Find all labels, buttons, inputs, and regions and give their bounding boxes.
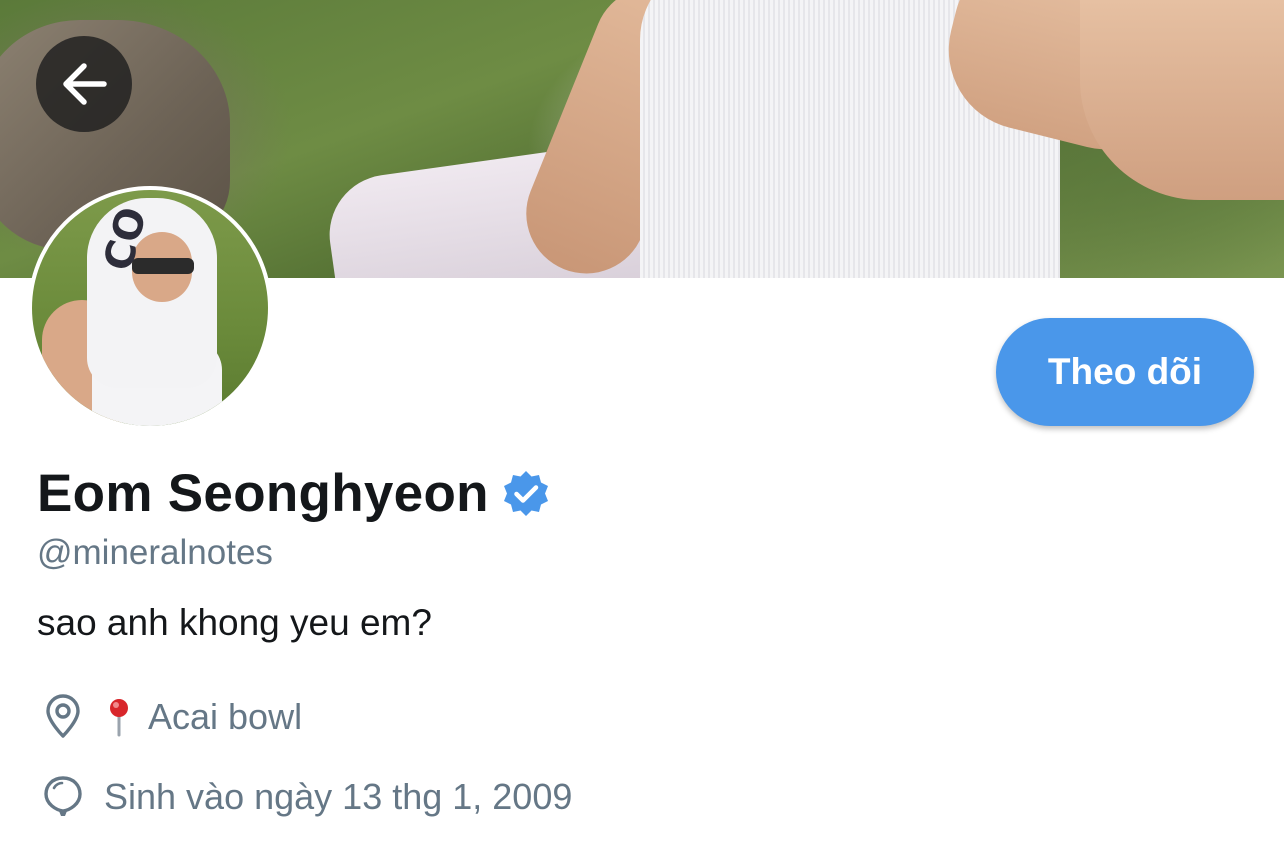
username-handle: @mineralnotes	[37, 533, 273, 572]
avatar[interactable]: CO	[28, 186, 272, 430]
birth-date-text: Sinh vào ngày 13 thg 1, 2009	[104, 776, 573, 817]
follow-button[interactable]: Theo dõi	[996, 318, 1254, 426]
back-button[interactable]	[36, 36, 132, 132]
round-pushpin-emoji	[110, 699, 128, 737]
banner-arm-right-upper	[1080, 0, 1284, 200]
display-name: Eom Seonghyeon	[37, 464, 489, 523]
balloon-icon	[44, 776, 82, 816]
location-text: Acai bowl	[148, 696, 303, 737]
birth-date-row: Sinh vào ngày 13 thg 1, 2009	[40, 774, 572, 820]
arrow-left-icon	[63, 63, 107, 105]
location-row: Acai bowl	[40, 694, 302, 740]
location-pin-icon	[46, 694, 80, 738]
verified-badge-icon[interactable]	[501, 469, 551, 519]
profile-bio: sao anh khong yeu em?	[37, 602, 432, 643]
name-row: Eom Seonghyeon	[37, 462, 551, 526]
